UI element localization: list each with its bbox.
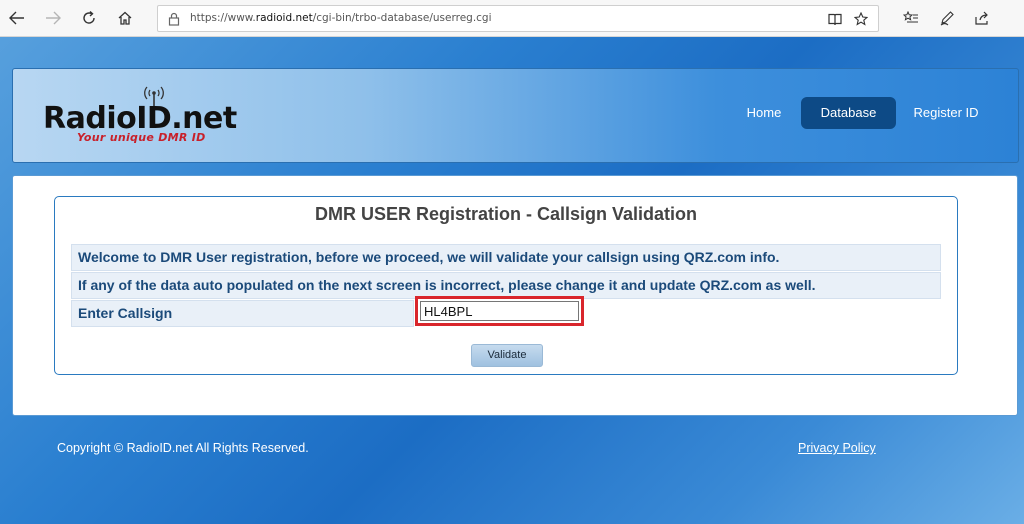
- callsign-input[interactable]: [420, 301, 579, 321]
- reading-view-icon[interactable]: [826, 10, 844, 28]
- nav-register-id[interactable]: Register ID: [908, 97, 984, 129]
- back-arrow-icon[interactable]: [5, 7, 29, 29]
- forward-arrow-icon[interactable]: [41, 7, 65, 29]
- share-icon[interactable]: [970, 7, 994, 29]
- nav-database[interactable]: Database: [801, 97, 896, 129]
- callsign-label: Enter Callsign: [71, 300, 414, 327]
- refresh-icon[interactable]: [77, 7, 101, 29]
- footer-copyright: Copyright © RadioID.net All Rights Reser…: [57, 441, 309, 455]
- privacy-policy-link[interactable]: Privacy Policy: [798, 441, 876, 455]
- star-icon[interactable]: [852, 10, 870, 28]
- url-host: radioid.net: [255, 12, 313, 24]
- site-header: RadioID.net Your unique DMR ID Home Data…: [12, 68, 1019, 163]
- welcome-text: Welcome to DMR User registration, before…: [78, 249, 780, 265]
- favorites-list-icon[interactable]: [899, 7, 923, 29]
- browser-toolbar: https://www.radioid.net/cgi-bin/trbo-dat…: [0, 0, 1024, 37]
- callsign-highlight: [415, 296, 584, 326]
- pen-icon[interactable]: [935, 7, 959, 29]
- notice-text: If any of the data auto populated on the…: [78, 277, 816, 293]
- callsign-row: Enter Callsign: [71, 296, 941, 327]
- registration-form: DMR USER Registration - Callsign Validat…: [54, 196, 958, 375]
- logo-tagline: Your unique DMR ID: [77, 131, 206, 144]
- site-logo[interactable]: RadioID.net Your unique DMR ID: [43, 83, 273, 153]
- notice-row: If any of the data auto populated on the…: [71, 272, 941, 299]
- url-path: /cgi-bin/trbo-database/userreg.cgi: [312, 12, 492, 24]
- address-bar[interactable]: https://www.radioid.net/cgi-bin/trbo-dat…: [157, 5, 879, 32]
- content-panel: DMR USER Registration - Callsign Validat…: [12, 175, 1018, 416]
- form-title: DMR USER Registration - Callsign Validat…: [314, 204, 698, 224]
- welcome-row: Welcome to DMR User registration, before…: [71, 244, 941, 271]
- nav-home[interactable]: Home: [735, 97, 793, 129]
- url-text: https://www.radioid.net/cgi-bin/trbo-dat…: [190, 12, 492, 24]
- url-prefix: https://www.: [190, 12, 256, 24]
- home-icon[interactable]: [113, 7, 137, 29]
- validate-button[interactable]: Validate: [471, 344, 543, 367]
- lock-icon: [168, 12, 180, 26]
